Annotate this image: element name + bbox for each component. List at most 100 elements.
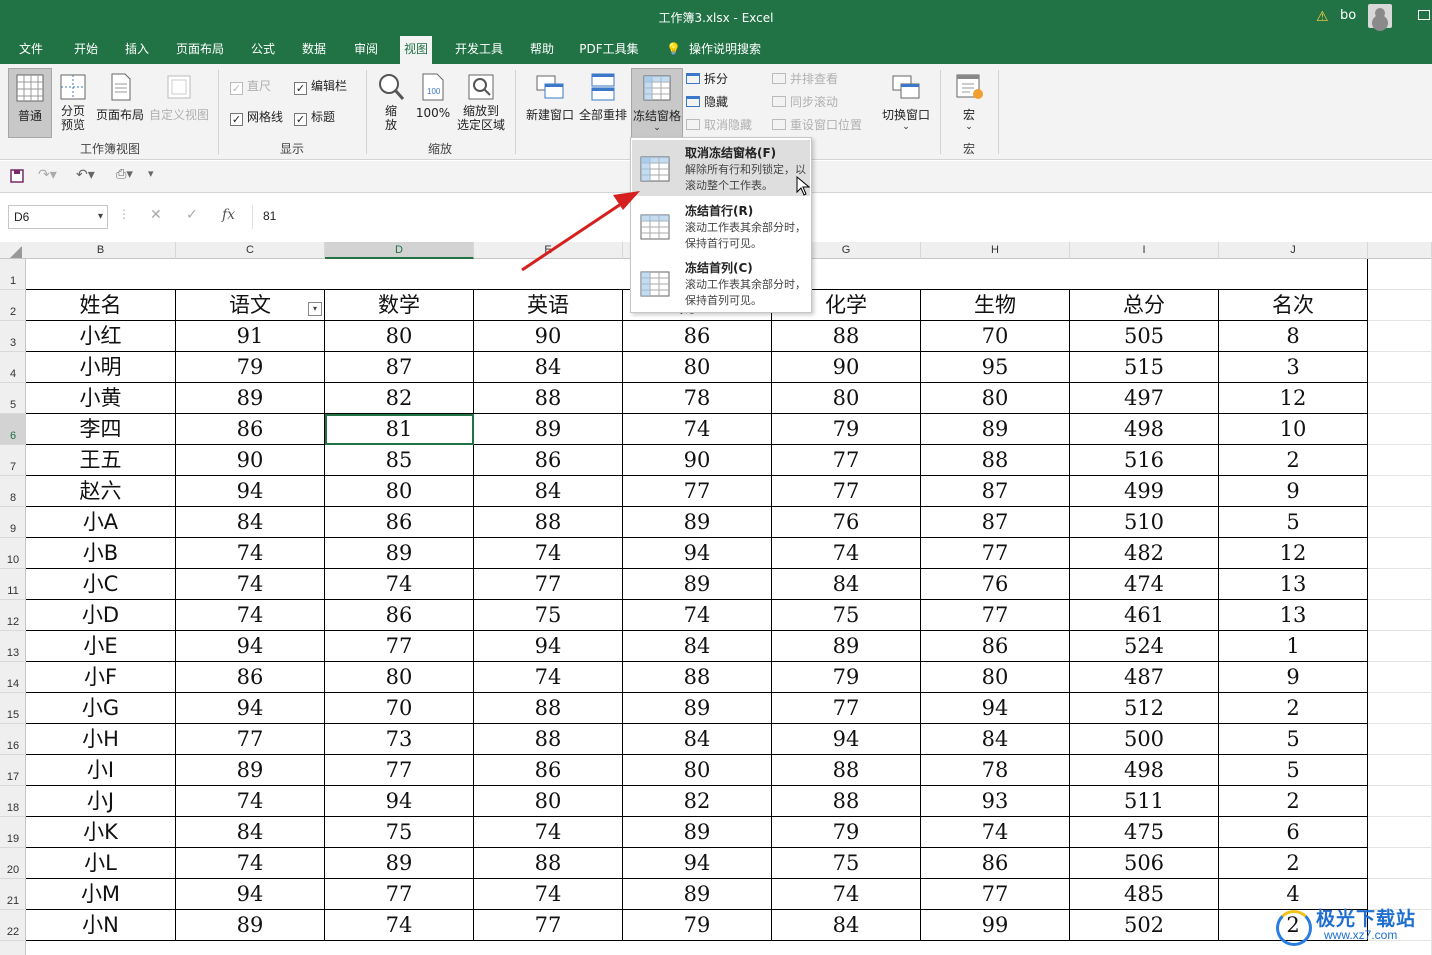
table-cell[interactable]: 84 — [176, 817, 325, 848]
row-header-1[interactable]: 1 — [0, 259, 26, 290]
table-cell[interactable]: 79 — [623, 910, 772, 941]
empty-cell[interactable] — [1368, 817, 1432, 848]
table-cell[interactable]: 87 — [325, 352, 474, 383]
table-cell[interactable]: 75 — [772, 848, 921, 879]
table-cell[interactable]: 94 — [176, 693, 325, 724]
table-cell[interactable]: 94 — [623, 538, 772, 569]
page-layout-view-button[interactable]: 页面布局 — [93, 68, 147, 138]
table-cell[interactable]: 74 — [623, 414, 772, 445]
freeze-first-column-item[interactable]: 冻结首列(C) 滚动工作表其余部分时，保持首列可见。 — [632, 255, 810, 311]
tab-4[interactable]: 公式 — [248, 36, 278, 64]
empty-cell[interactable] — [1368, 445, 1432, 476]
table-cell[interactable]: 461 — [1070, 600, 1219, 631]
row-header-15[interactable]: 15 — [0, 693, 26, 724]
empty-cell[interactable] — [1368, 321, 1432, 352]
column-header-D[interactable]: D — [325, 242, 474, 259]
table-cell[interactable]: 李四 — [26, 414, 176, 445]
table-cell[interactable]: 91 — [176, 321, 325, 352]
row-header-5[interactable]: 5 — [0, 383, 26, 414]
table-cell[interactable]: 小K — [26, 817, 176, 848]
table-cell[interactable]: 74 — [474, 817, 623, 848]
table-cell[interactable]: 498 — [1070, 755, 1219, 786]
table-cell[interactable]: 小M — [26, 879, 176, 910]
table-cell[interactable]: 88 — [623, 662, 772, 693]
column-header-E[interactable]: E — [474, 242, 623, 259]
table-cell[interactable]: 80 — [474, 786, 623, 817]
row-header-19[interactable]: 19 — [0, 817, 26, 848]
table-cell[interactable]: 76 — [772, 507, 921, 538]
empty-cell[interactable] — [1368, 631, 1432, 662]
empty-cell[interactable] — [1368, 569, 1432, 600]
table-cell[interactable]: 498 — [1070, 414, 1219, 445]
empty-cell[interactable] — [1368, 259, 1432, 290]
table-cell[interactable]: 小E — [26, 631, 176, 662]
table-cell[interactable]: 86 — [176, 662, 325, 693]
table-cell[interactable]: 524 — [1070, 631, 1219, 662]
table-cell[interactable]: 497 — [1070, 383, 1219, 414]
empty-cell[interactable] — [1368, 476, 1432, 507]
empty-cell[interactable] — [1368, 414, 1432, 445]
tab-2[interactable]: 插入 — [122, 36, 152, 64]
table-cell[interactable]: 94 — [474, 631, 623, 662]
table-cell[interactable]: 80 — [623, 755, 772, 786]
table-cell[interactable]: 小C — [26, 569, 176, 600]
normal-view-button[interactable]: 普通 — [8, 68, 52, 138]
table-cell[interactable]: 89 — [176, 383, 325, 414]
table-cell[interactable]: 小A — [26, 507, 176, 538]
table-cell[interactable]: 94 — [623, 848, 772, 879]
table-cell[interactable]: 82 — [623, 786, 772, 817]
table-cell[interactable]: 90 — [176, 445, 325, 476]
new-window-button[interactable]: 新建窗口 — [523, 68, 577, 138]
table-cell[interactable]: 510 — [1070, 507, 1219, 538]
table-cell[interactable]: 94 — [921, 693, 1070, 724]
warning-icon[interactable]: ⚠ — [1316, 9, 1329, 25]
row-header-9[interactable]: 9 — [0, 507, 26, 538]
table-cell[interactable]: 89 — [325, 538, 474, 569]
row-header-8[interactable]: 8 — [0, 476, 26, 507]
empty-cell[interactable] — [1368, 290, 1432, 321]
table-cell[interactable]: 小F — [26, 662, 176, 693]
table-cell[interactable]: 80 — [623, 352, 772, 383]
row-header-3[interactable]: 3 — [0, 321, 26, 352]
table-cell[interactable]: 74 — [176, 848, 325, 879]
row-header-22[interactable]: 22 — [0, 910, 26, 941]
table-cell[interactable]: 86 — [325, 600, 474, 631]
row-header-10[interactable]: 10 — [0, 538, 26, 569]
table-cell[interactable]: 86 — [474, 445, 623, 476]
table-cell[interactable]: 74 — [772, 538, 921, 569]
table-cell[interactable]: 88 — [772, 786, 921, 817]
table-cell[interactable]: 77 — [176, 724, 325, 755]
table-cell[interactable]: 85 — [325, 445, 474, 476]
table-cell[interactable]: 474 — [1070, 569, 1219, 600]
table-cell[interactable]: 89 — [772, 631, 921, 662]
table-cell[interactable]: 99 — [921, 910, 1070, 941]
table-cell[interactable]: 1 — [1219, 631, 1368, 662]
table-cell[interactable]: 94 — [772, 724, 921, 755]
row-header-13[interactable]: 13 — [0, 631, 26, 662]
header-cell[interactable]: 姓名 — [26, 290, 176, 321]
row-header-12[interactable]: 12 — [0, 600, 26, 631]
empty-cell[interactable] — [1368, 724, 1432, 755]
avatar[interactable] — [1368, 4, 1392, 28]
table-cell[interactable]: 小D — [26, 600, 176, 631]
table-cell[interactable]: 77 — [772, 476, 921, 507]
table-cell[interactable]: 70 — [921, 321, 1070, 352]
empty-cell[interactable] — [1368, 786, 1432, 817]
table-cell[interactable]: 515 — [1070, 352, 1219, 383]
table-cell[interactable]: 505 — [1070, 321, 1219, 352]
table-cell[interactable]: 80 — [325, 476, 474, 507]
table-cell[interactable]: 12 — [1219, 383, 1368, 414]
table-cell[interactable]: 77 — [325, 879, 474, 910]
table-cell[interactable]: 80 — [325, 662, 474, 693]
empty-cell[interactable] — [1368, 600, 1432, 631]
table-cell[interactable]: 77 — [325, 755, 474, 786]
zoom-100-button[interactable]: 100 100% — [412, 68, 454, 138]
table-cell[interactable]: 89 — [325, 848, 474, 879]
table-cell[interactable]: 88 — [474, 848, 623, 879]
freeze-panes-button[interactable]: 冻结窗格 ⌄ — [631, 68, 683, 138]
row-header-7[interactable]: 7 — [0, 445, 26, 476]
table-cell[interactable]: 74 — [176, 786, 325, 817]
table-cell[interactable]: 9 — [1219, 476, 1368, 507]
empty-cell[interactable] — [1368, 662, 1432, 693]
table-cell[interactable]: 小H — [26, 724, 176, 755]
